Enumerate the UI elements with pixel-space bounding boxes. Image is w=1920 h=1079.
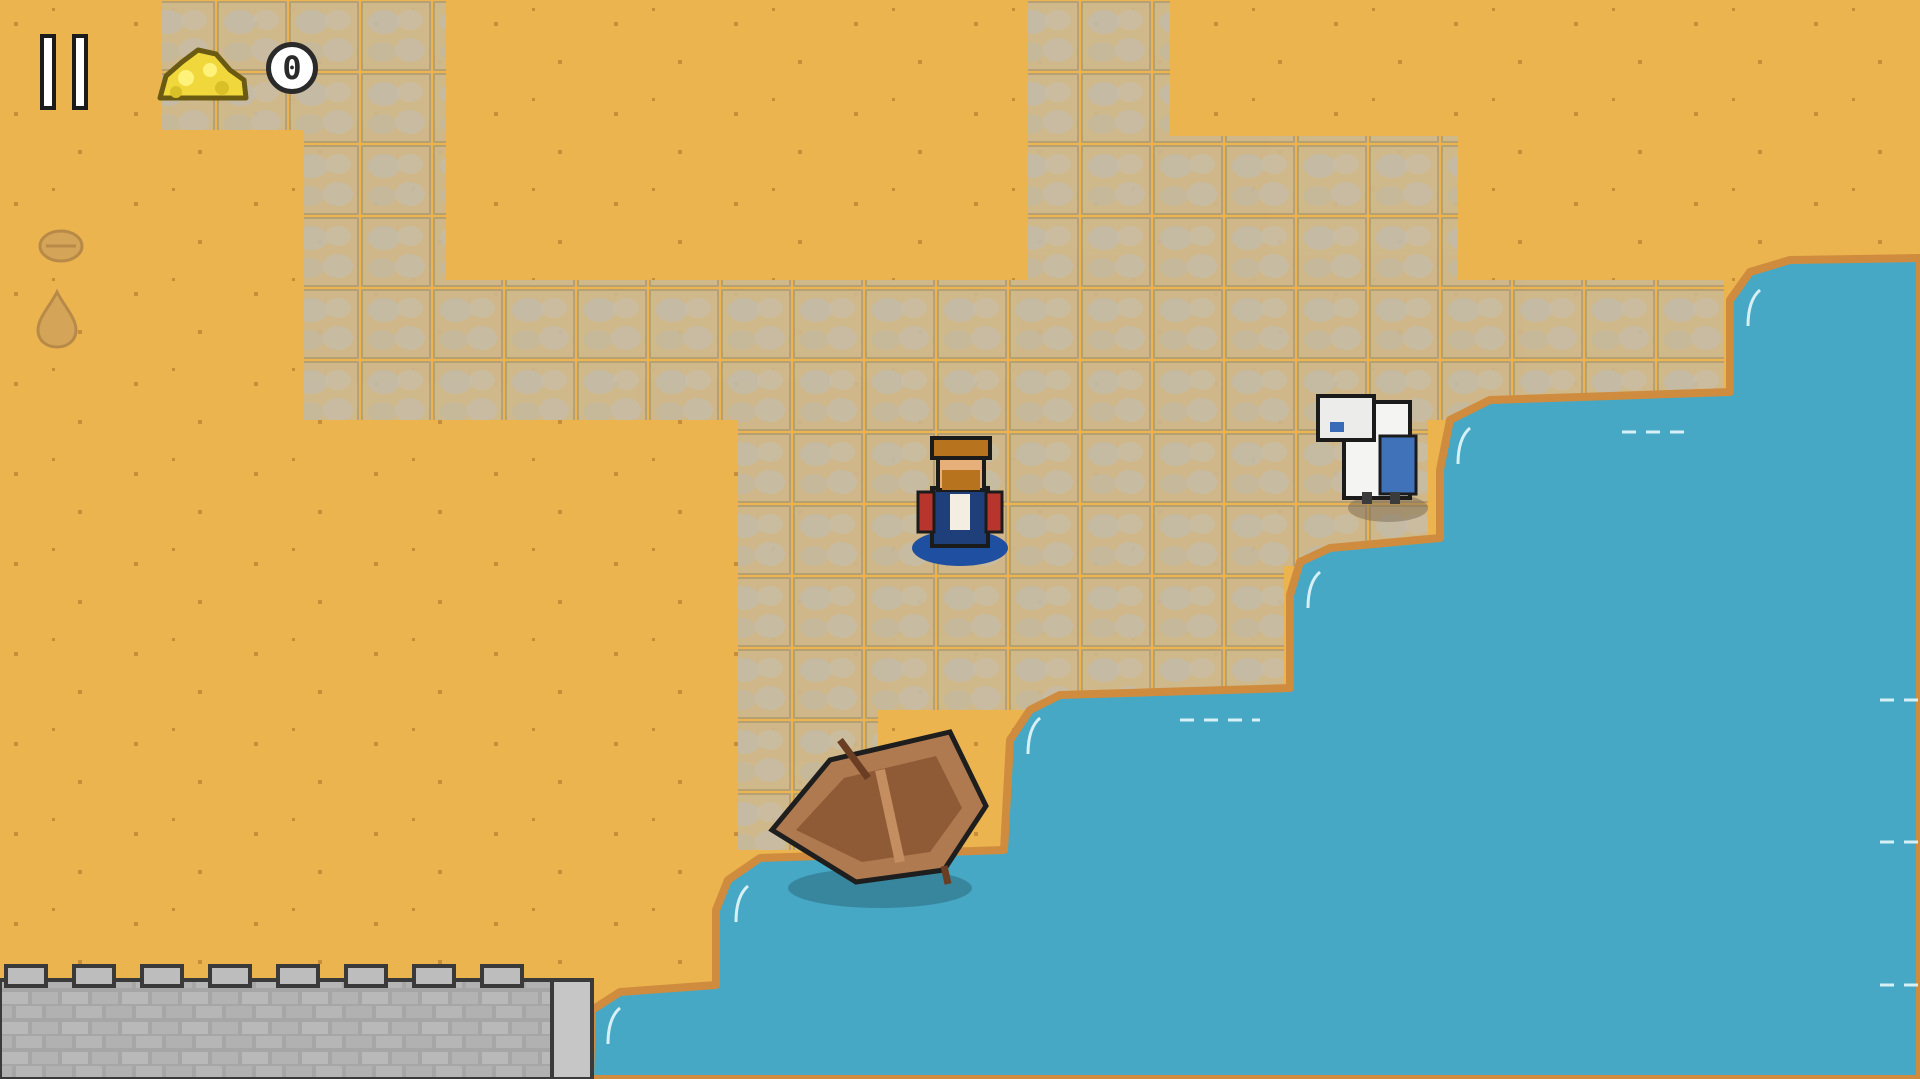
water-drop-icon xyxy=(36,288,78,349)
pause-icon xyxy=(40,34,56,110)
seed-icon xyxy=(38,229,84,263)
stone-wall xyxy=(0,964,594,1079)
pause-icon xyxy=(72,34,88,110)
game-scene: 0 xyxy=(0,0,1920,1079)
gold-count: 0 xyxy=(266,42,318,94)
pause-button[interactable] xyxy=(40,34,104,110)
world-map xyxy=(0,0,1920,1079)
gold-pile-icon xyxy=(157,47,249,101)
